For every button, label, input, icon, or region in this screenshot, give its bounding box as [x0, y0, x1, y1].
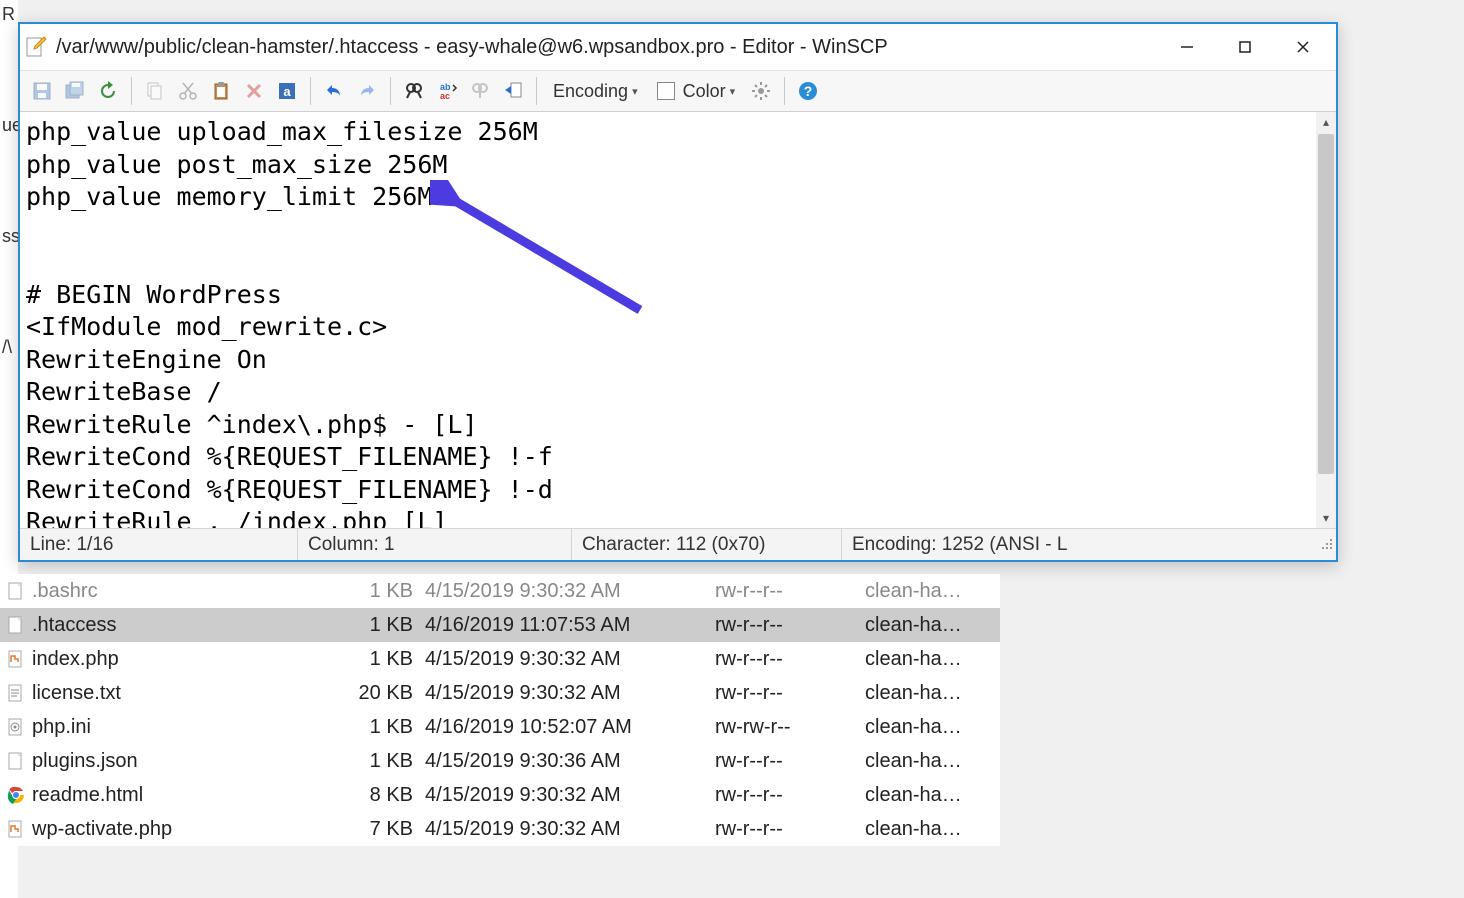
file-name: wp-activate.php — [32, 818, 172, 841]
vertical-scrollbar[interactable]: ▴ ▾ — [1316, 112, 1336, 528]
file-date: 4/15/2019 9:30:32 AM — [425, 682, 715, 705]
file-owner: clean-ha… — [865, 614, 1000, 637]
delete-button[interactable] — [238, 75, 270, 107]
file-date: 4/15/2019 9:30:32 AM — [425, 648, 715, 671]
replace-button[interactable]: abac — [431, 75, 463, 107]
file-name: php.ini — [32, 716, 91, 739]
undo-button[interactable] — [318, 75, 350, 107]
minimize-button[interactable] — [1158, 27, 1216, 67]
file-icon — [6, 581, 26, 601]
select-all-button[interactable]: a — [271, 75, 303, 107]
svg-text:?: ? — [804, 83, 813, 99]
toolbar: a abac Encoding ▾ Color ▾ ? — [20, 70, 1336, 112]
file-permissions: rw-r--r-- — [715, 682, 865, 705]
file-size: 1 KB — [295, 648, 425, 671]
file-permissions: rw-r--r-- — [715, 614, 865, 637]
file-size: 20 KB — [295, 682, 425, 705]
window-title: /var/www/public/clean-hamster/.htaccess … — [56, 36, 1150, 59]
file-date: 4/16/2019 11:07:53 AM — [425, 614, 715, 637]
save-all-button[interactable] — [59, 75, 91, 107]
close-button[interactable] — [1274, 27, 1332, 67]
file-icon — [6, 717, 26, 737]
status-line: Line: 1/16 — [20, 529, 298, 560]
file-size: 1 KB — [295, 716, 425, 739]
goto-button[interactable] — [497, 75, 529, 107]
scroll-down-icon[interactable]: ▾ — [1316, 508, 1336, 528]
svg-text:a: a — [283, 84, 291, 99]
file-row[interactable]: wp-activate.php 7 KB4/15/2019 9:30:32 AMr… — [0, 812, 1000, 846]
file-name: index.php — [32, 648, 119, 671]
file-permissions: rw-r--r-- — [715, 580, 865, 603]
scroll-up-icon[interactable]: ▴ — [1316, 112, 1336, 132]
file-owner: clean-ha… — [865, 750, 1000, 773]
file-icon — [6, 615, 26, 635]
file-name: plugins.json — [32, 750, 138, 773]
file-date: 4/16/2019 10:52:07 AM — [425, 716, 715, 739]
file-date: 4/15/2019 9:30:36 AM — [425, 750, 715, 773]
file-size: 1 KB — [295, 614, 425, 637]
file-permissions: rw-r--r-- — [715, 648, 865, 671]
preferences-button[interactable] — [745, 75, 777, 107]
file-row[interactable]: readme.html 8 KB4/15/2019 9:30:32 AMrw-r-… — [0, 778, 1000, 812]
file-date: 4/15/2019 9:30:32 AM — [425, 580, 715, 603]
file-permissions: rw-r--r-- — [715, 818, 865, 841]
file-row[interactable]: .htaccess 1 KB4/16/2019 11:07:53 AMrw-r--… — [0, 608, 1000, 642]
file-permissions: rw-rw-r-- — [715, 716, 865, 739]
file-name: .bashrc — [32, 580, 98, 603]
status-encoding: Encoding: 1252 (ANSI - L — [842, 529, 1318, 560]
file-size: 8 KB — [295, 784, 425, 807]
file-row[interactable]: .bashrc 1 KB4/15/2019 9:30:32 AMrw-r--r--… — [0, 574, 1000, 608]
file-icon — [6, 785, 26, 805]
file-icon — [6, 683, 26, 703]
titlebar[interactable]: /var/www/public/clean-hamster/.htaccess … — [20, 24, 1336, 70]
file-size: 1 KB — [295, 580, 425, 603]
file-permissions: rw-r--r-- — [715, 784, 865, 807]
file-date: 4/15/2019 9:30:32 AM — [425, 784, 715, 807]
status-character: Character: 112 (0x70) — [572, 529, 842, 560]
copy-button[interactable] — [139, 75, 171, 107]
file-icon — [6, 819, 26, 839]
paste-button[interactable] — [205, 75, 237, 107]
file-row[interactable]: index.php 1 KB4/15/2019 9:30:32 AMrw-r--r… — [0, 642, 1000, 676]
maximize-button[interactable] — [1216, 27, 1274, 67]
help-button[interactable]: ? — [792, 75, 824, 107]
file-list[interactable]: .bashrc1 KB4/15/2019 9:30:32 AMrw-r--r--… — [0, 574, 1000, 846]
file-row[interactable]: plugins.json 1 KB4/15/2019 9:30:36 AMrw-r… — [0, 744, 1000, 778]
encoding-dropdown[interactable]: Encoding ▾ — [544, 75, 647, 107]
file-size: 1 KB — [295, 750, 425, 773]
file-date: 4/15/2019 9:30:32 AM — [425, 818, 715, 841]
file-owner: clean-ha… — [865, 818, 1000, 841]
editor-window: /var/www/public/clean-hamster/.htaccess … — [18, 22, 1338, 562]
file-permissions: rw-r--r-- — [715, 750, 865, 773]
file-owner: clean-ha… — [865, 648, 1000, 671]
file-name: license.txt — [32, 682, 121, 705]
editor-textarea[interactable]: php_value upload_max_filesize 256M php_v… — [20, 112, 1316, 528]
file-icon — [6, 649, 26, 669]
statusbar: Line: 1/16 Column: 1 Character: 112 (0x7… — [20, 528, 1336, 560]
reload-button[interactable] — [92, 75, 124, 107]
svg-text:ac: ac — [440, 91, 450, 101]
file-name: readme.html — [32, 784, 143, 807]
file-owner: clean-ha… — [865, 580, 1000, 603]
scroll-thumb[interactable] — [1318, 134, 1334, 474]
file-owner: clean-ha… — [865, 682, 1000, 705]
file-row[interactable]: license.txt 20 KB4/15/2019 9:30:32 AMrw-r… — [0, 676, 1000, 710]
file-name: .htaccess — [32, 614, 116, 637]
cut-button[interactable] — [172, 75, 204, 107]
edit-document-icon — [24, 35, 48, 59]
find-button[interactable] — [398, 75, 430, 107]
file-owner: clean-ha… — [865, 716, 1000, 739]
redo-button[interactable] — [351, 75, 383, 107]
file-size: 7 KB — [295, 818, 425, 841]
status-column: Column: 1 — [298, 529, 572, 560]
save-button[interactable] — [26, 75, 58, 107]
color-dropdown[interactable]: Color ▾ — [648, 75, 745, 107]
file-owner: clean-ha… — [865, 784, 1000, 807]
file-icon — [6, 751, 26, 771]
find-next-button[interactable] — [464, 75, 496, 107]
file-row[interactable]: php.ini 1 KB4/16/2019 10:52:07 AMrw-rw-r-… — [0, 710, 1000, 744]
resize-grip-icon[interactable] — [1318, 537, 1336, 553]
